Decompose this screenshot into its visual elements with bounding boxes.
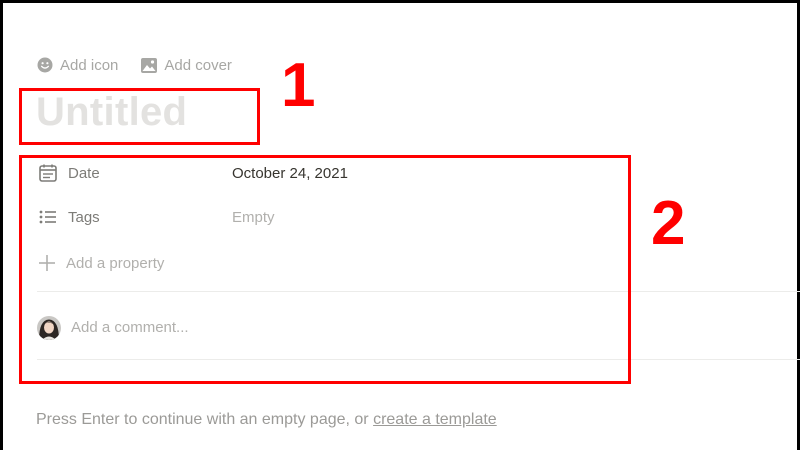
add-icon-button[interactable]: Add icon	[37, 57, 118, 74]
add-cover-button[interactable]: Add cover	[141, 57, 232, 74]
add-cover-label: Add cover	[164, 56, 232, 74]
annotation-label-2: 2	[651, 189, 686, 258]
annotation-box-2	[19, 155, 631, 384]
hint-text: Press Enter to continue with an empty pa…	[36, 411, 374, 428]
image-icon	[141, 57, 158, 73]
page-toolbar: Add icon Add cover	[37, 54, 255, 76]
annotation-box-1	[19, 88, 260, 145]
annotation-label-1: 1	[281, 51, 316, 120]
smiley-icon	[37, 57, 53, 73]
empty-page-hint: Press Enter to continue with an empty pa…	[36, 411, 497, 429]
create-template-link[interactable]: create a template	[373, 411, 497, 428]
add-icon-label: Add icon	[60, 56, 119, 74]
